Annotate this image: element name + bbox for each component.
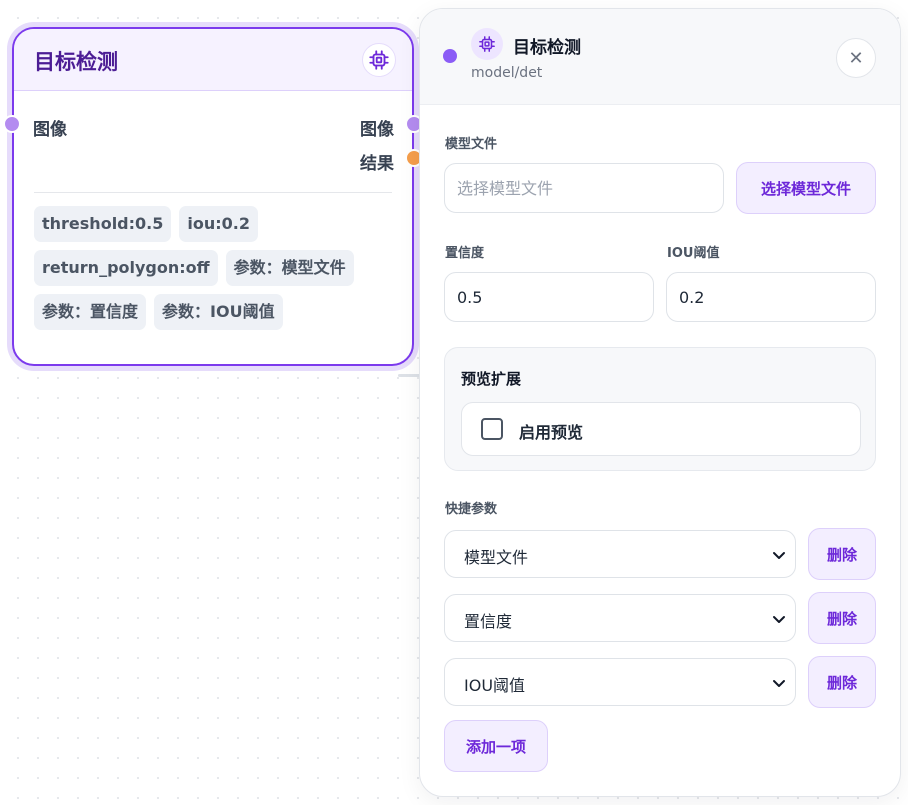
chip-icon (362, 43, 396, 77)
quick-params-label: 快捷参数 (445, 502, 498, 517)
chevron-down-icon (773, 616, 785, 623)
delete-quick-param-button[interactable]: 删除 (808, 528, 876, 580)
tag-return-polygon: return_polygon:off (34, 250, 218, 286)
iou-input[interactable] (666, 272, 876, 322)
enable-preview-checkbox[interactable] (481, 418, 503, 440)
node-title: 目标检测 (34, 50, 118, 74)
node-divider (34, 192, 392, 193)
confidence-label: 置信度 (445, 246, 485, 261)
tag-threshold: threshold:0.5 (34, 206, 172, 242)
node-header[interactable]: 目标检测 (14, 29, 412, 91)
preview-extension-section: 预览扩展 启用预览 (444, 347, 876, 471)
quick-param-value: 模型文件 (464, 548, 529, 567)
output-port-label-image: 图像 (360, 120, 394, 140)
output-port-label-result: 结果 (360, 154, 394, 174)
panel-title: 目标检测 (513, 38, 581, 58)
close-button[interactable]: ✕ (836, 38, 876, 78)
confidence-input[interactable] (444, 272, 654, 322)
tag-iou: iou:0.2 (179, 206, 258, 242)
chevron-down-icon (773, 680, 785, 687)
chevron-down-icon (773, 552, 785, 559)
delete-quick-param-button[interactable]: 删除 (808, 592, 876, 644)
panel-header: 目标检测 model/det ✕ (420, 9, 900, 105)
choose-model-file-button[interactable]: 选择模型文件 (736, 162, 876, 214)
node-tags: threshold:0.5 iou:0.2 return_polygon:off… (34, 206, 394, 330)
status-dot (443, 49, 457, 63)
input-port-label: 图像 (33, 120, 67, 140)
quick-param-select-3[interactable]: IOU阈值 (444, 658, 796, 706)
input-port-image[interactable] (3, 115, 21, 133)
model-file-label: 模型文件 (445, 137, 498, 152)
add-item-button[interactable]: 添加一项 (444, 720, 548, 772)
enable-preview-toggle[interactable]: 启用预览 (461, 402, 861, 456)
panel-subtitle: model/det (471, 65, 543, 81)
tag-param-iou: 参数：IOU阈值 (154, 294, 283, 330)
quick-param-select-1[interactable]: 模型文件 (444, 530, 796, 578)
chip-icon (471, 28, 503, 60)
quick-param-select-2[interactable]: 置信度 (444, 594, 796, 642)
iou-label: IOU阈值 (667, 246, 720, 261)
close-icon: ✕ (848, 47, 864, 68)
quick-param-value: IOU阈值 (464, 676, 526, 695)
delete-quick-param-button[interactable]: 删除 (808, 656, 876, 708)
quick-param-value: 置信度 (464, 612, 513, 631)
model-file-input[interactable] (444, 163, 724, 213)
preview-title: 预览扩展 (461, 370, 522, 388)
node-settings-panel: 目标检测 model/det ✕ 模型文件 选择模型文件 置信度 IOU阈值 预… (419, 8, 901, 797)
tag-param-model-file: 参数：模型文件 (225, 250, 354, 286)
enable-preview-label: 启用预览 (519, 423, 584, 442)
detection-node[interactable]: 目标检测 图像 图像 结果 threshold:0.5 iou:0.2 retu… (3, 27, 423, 366)
tag-param-confidence: 参数：置信度 (34, 294, 147, 330)
